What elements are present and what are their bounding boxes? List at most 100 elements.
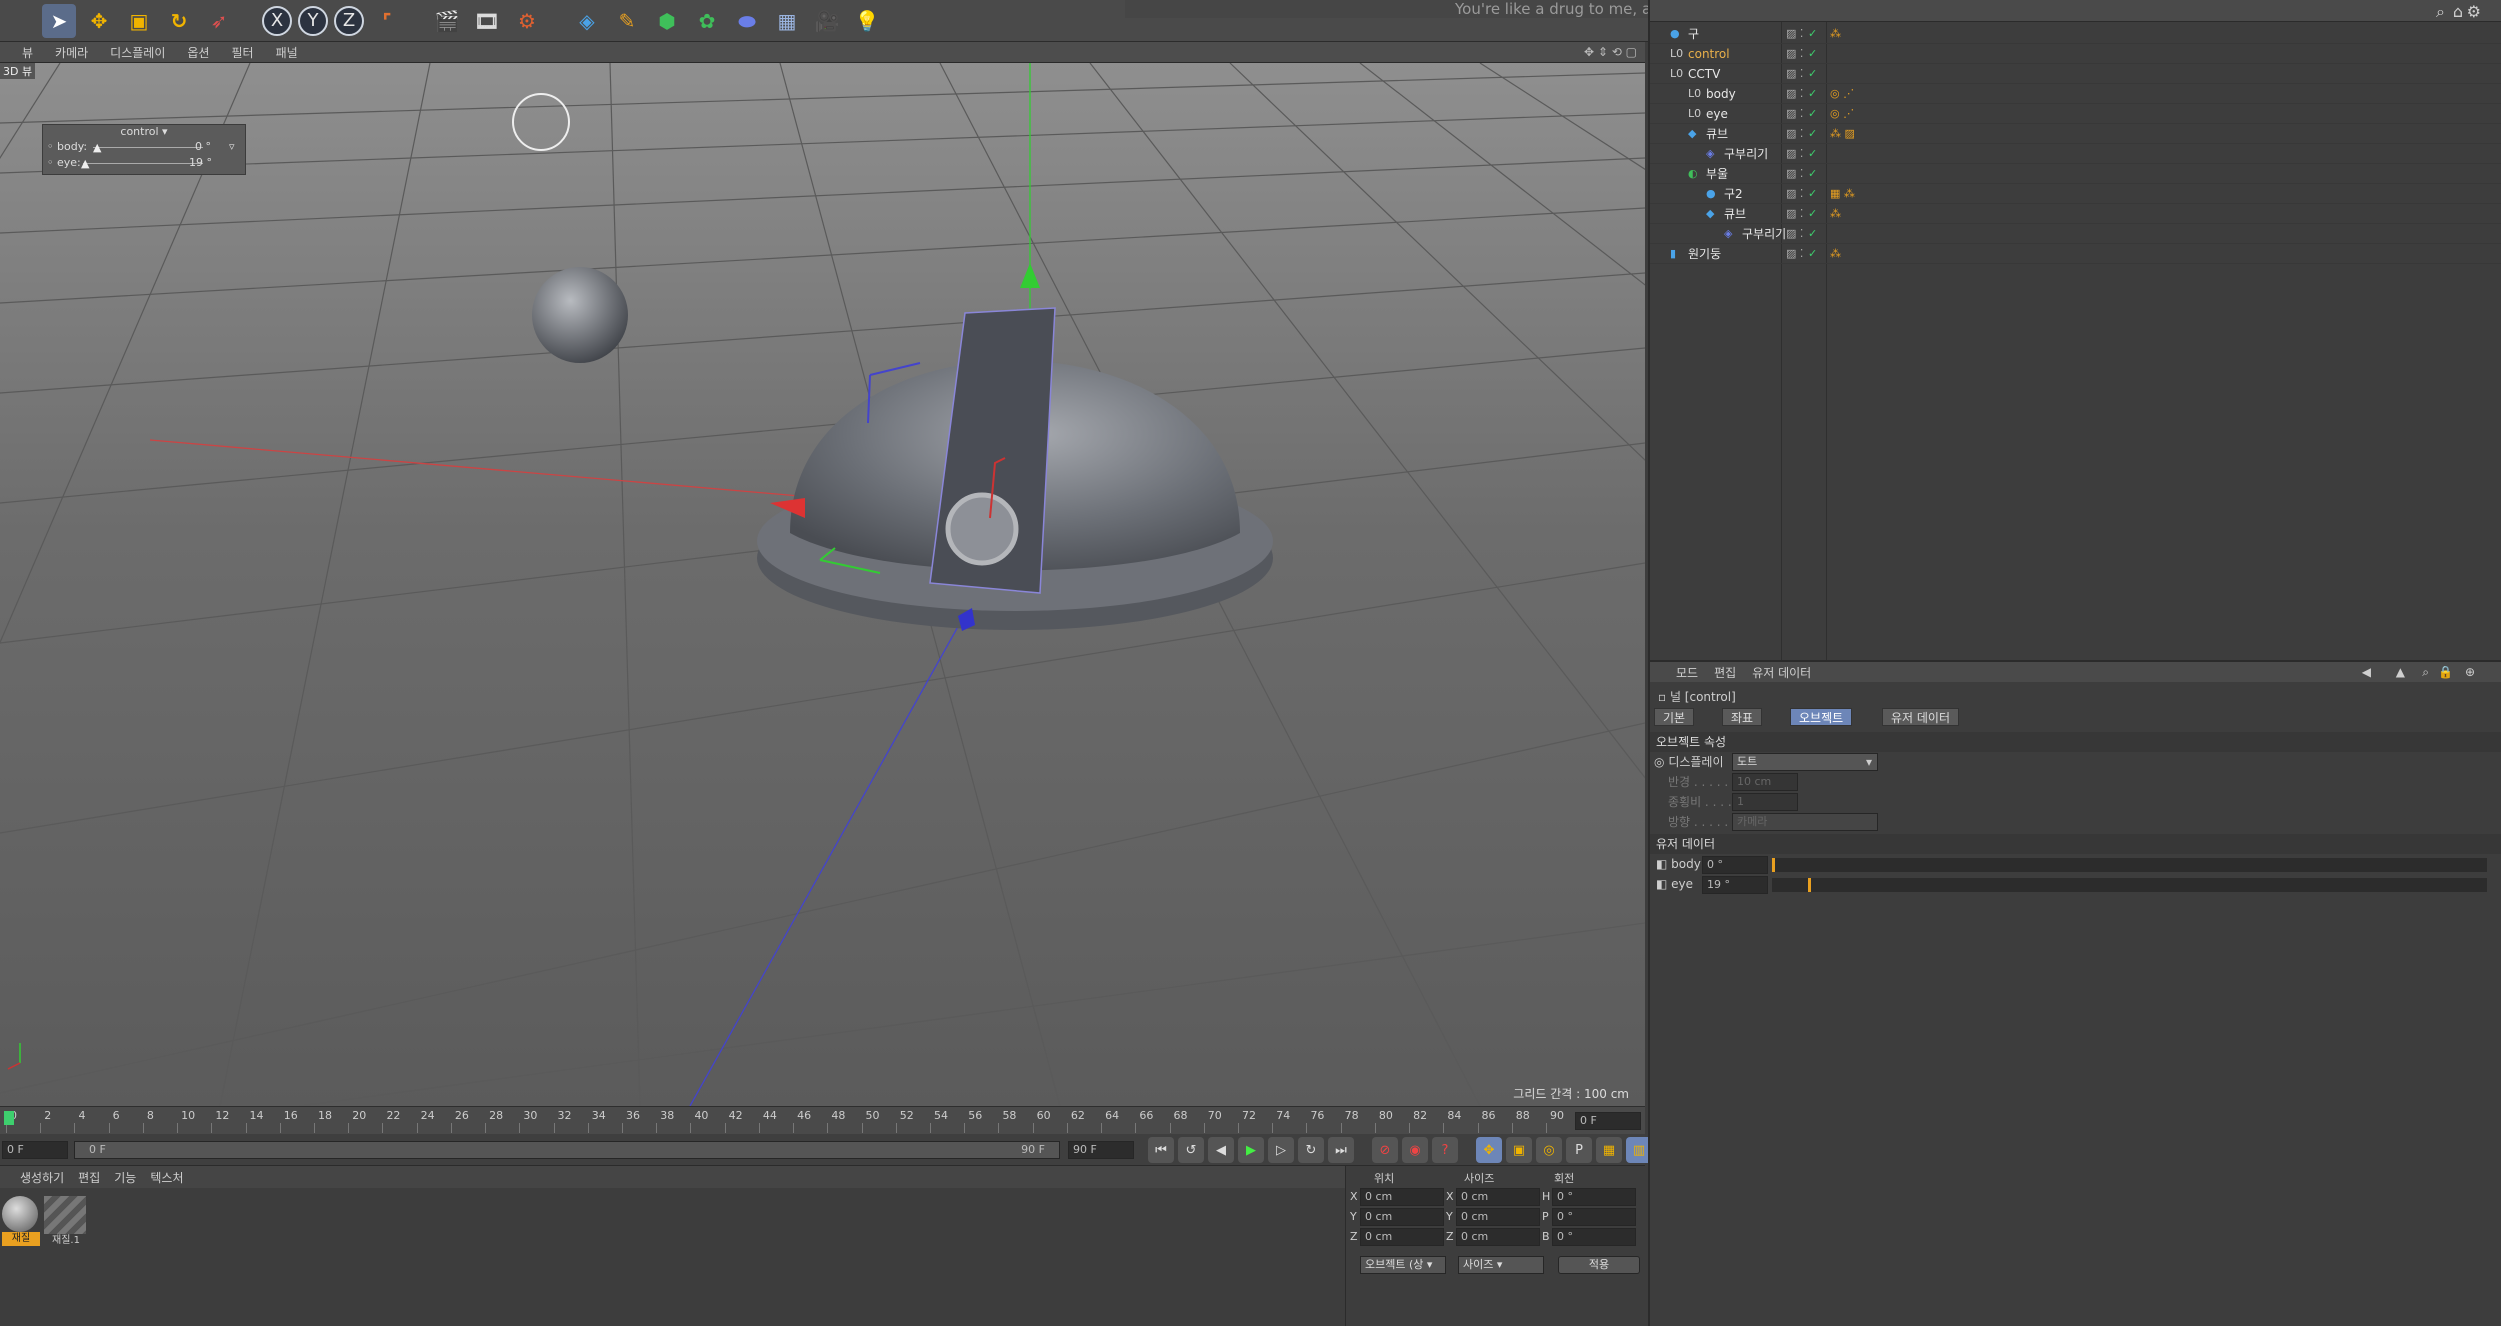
object-row[interactable]: ◆ 큐브 ▨ ⁚ ✓ ⁂ bbox=[1650, 204, 2501, 224]
menu-view[interactable]: 뷰 bbox=[22, 44, 33, 61]
object-name[interactable]: 구2 bbox=[1724, 184, 1743, 204]
material-item-1[interactable]: 재질 bbox=[2, 1196, 40, 1250]
visibility-icon[interactable]: ▨ ⁚ bbox=[1786, 44, 1803, 64]
coord-mode-select[interactable]: 오브젝트 (상 ▾ bbox=[1360, 1256, 1446, 1274]
object-name[interactable]: 구부리기 bbox=[1724, 144, 1768, 164]
deformer-icon[interactable]: ⬬ bbox=[730, 4, 764, 38]
visibility-icon[interactable]: ▨ ⁚ bbox=[1786, 104, 1803, 124]
object-name[interactable]: 구부리기 bbox=[1742, 224, 1786, 244]
play-icon[interactable]: ▶ bbox=[1238, 1137, 1264, 1163]
x-axis-button[interactable]: X bbox=[262, 5, 292, 36]
menu-camera[interactable]: 카메라 bbox=[55, 44, 88, 61]
menu-filter[interactable]: 필터 bbox=[231, 44, 253, 61]
enabled-check-icon[interactable]: ✓ bbox=[1808, 24, 1817, 44]
cctv-eye[interactable] bbox=[945, 492, 1019, 566]
menu-function[interactable]: 기능 bbox=[114, 1169, 136, 1186]
attr-lock-icon[interactable]: 🔒 bbox=[2438, 665, 2453, 679]
go-to-start-icon[interactable]: ⏮ bbox=[1148, 1137, 1174, 1163]
menu-options[interactable]: 옵션 bbox=[187, 44, 209, 61]
tag-dots-icon[interactable]: ⁂ bbox=[1830, 24, 1841, 44]
hud-control-panel[interactable]: control ▾ ◦ body: ▲ 0 ° ▿ ◦ eye: ▲ 19 ° bbox=[42, 124, 246, 175]
key-scale-icon[interactable]: ▣ bbox=[1506, 1137, 1532, 1163]
user-data-slider[interactable] bbox=[1772, 878, 2487, 892]
hud-slider-knob-eye[interactable]: ▲ bbox=[81, 156, 89, 172]
go-to-end-icon[interactable]: ⏭ bbox=[1328, 1137, 1354, 1163]
object-name[interactable]: eye bbox=[1706, 104, 1728, 124]
prev-key-icon[interactable]: ↺ bbox=[1178, 1137, 1204, 1163]
visibility-icon[interactable]: ▨ ⁚ bbox=[1786, 224, 1803, 244]
visibility-icon[interactable]: ▨ ⁚ bbox=[1786, 204, 1803, 224]
scale-icon[interactable]: ▣ bbox=[122, 4, 156, 38]
object-name[interactable]: CCTV bbox=[1688, 64, 1720, 84]
enabled-check-icon[interactable]: ✓ bbox=[1808, 104, 1817, 124]
attr-search-icon[interactable]: ⌕ bbox=[2422, 665, 2429, 680]
enabled-check-icon[interactable]: ✓ bbox=[1808, 144, 1817, 164]
next-frame-icon[interactable]: ▷ bbox=[1268, 1137, 1294, 1163]
move-icon[interactable]: ✥ bbox=[82, 4, 116, 38]
menu-display[interactable]: 디스플레이 bbox=[110, 44, 165, 61]
object-name[interactable]: control bbox=[1688, 44, 1730, 64]
live-select-icon[interactable]: ➶ bbox=[202, 4, 236, 38]
timeline-current-marker[interactable] bbox=[4, 1111, 14, 1125]
hud-row-body[interactable]: ◦ body: ▲ 0 ° ▿ bbox=[43, 139, 245, 155]
display-select[interactable]: 도트 bbox=[1732, 753, 1878, 771]
end-frame-field[interactable]: 90 F bbox=[1068, 1141, 1134, 1159]
world-coord-icon[interactable]: ⌜ bbox=[370, 4, 404, 38]
visibility-icon[interactable]: ▨ ⁚ bbox=[1786, 244, 1803, 264]
hud-slider-knob-body[interactable]: ▲ bbox=[93, 140, 101, 156]
attr-menu-mode[interactable]: 모드 bbox=[1676, 664, 1698, 681]
object-row[interactable]: L0 body ▨ ⁚ ✓ ◎ ⋰ bbox=[1650, 84, 2501, 104]
viewport-nav-icons[interactable]: ✥ ⇕ ⟲ ▢ bbox=[1584, 45, 1637, 59]
object-row[interactable]: ◆ 큐브 ▨ ⁚ ✓ ⁂ ▨ bbox=[1650, 124, 2501, 144]
start-frame-field[interactable]: 0 F bbox=[2, 1141, 68, 1159]
enabled-check-icon[interactable]: ✓ bbox=[1808, 84, 1817, 104]
enabled-check-icon[interactable]: ✓ bbox=[1808, 44, 1817, 64]
menu-panel[interactable]: 패널 bbox=[276, 44, 298, 61]
y-axis-button[interactable]: Y bbox=[298, 5, 328, 36]
hud-row-eye[interactable]: ◦ eye: ▲ 19 ° bbox=[43, 155, 245, 171]
enabled-check-icon[interactable]: ✓ bbox=[1808, 124, 1817, 144]
rotate-icon[interactable]: ↻ bbox=[162, 4, 196, 38]
object-row[interactable]: ● 구 ▨ ⁚ ✓ ⁂ bbox=[1650, 24, 2501, 44]
coord-field-pos[interactable]: 0 cm bbox=[1360, 1228, 1444, 1246]
timeline-current-frame[interactable]: 0 F bbox=[1575, 1112, 1641, 1130]
object-name[interactable]: 큐브 bbox=[1724, 204, 1746, 224]
object-name[interactable]: 원기둥 bbox=[1688, 244, 1721, 264]
coord-field-pos[interactable]: 0 cm bbox=[1360, 1188, 1444, 1206]
object-row[interactable]: L0 control ▨ ⁚ ✓ bbox=[1650, 44, 2501, 64]
object-row[interactable]: L0 eye ▨ ⁚ ✓ ◎ ⋰ bbox=[1650, 104, 2501, 124]
object-row[interactable]: L0 CCTV ▨ ⁚ ✓ bbox=[1650, 64, 2501, 84]
3d-viewport[interactable]: 3D 뷰 control ▾ ◦ body: ▲ 0 ° ▿ ◦ eye: ▲ … bbox=[0, 63, 1645, 1106]
om-settings-icon[interactable]: ⚙ bbox=[2467, 2, 2481, 21]
coord-field-rot[interactable]: 0 ° bbox=[1552, 1188, 1636, 1206]
key-rotate-icon[interactable]: ◎ bbox=[1536, 1137, 1562, 1163]
object-row[interactable]: ◈ 구부리기 ▨ ⁚ ✓ bbox=[1650, 224, 2501, 244]
visibility-icon[interactable]: ▨ ⁚ bbox=[1786, 84, 1803, 104]
enabled-check-icon[interactable]: ✓ bbox=[1808, 244, 1817, 264]
subdivision-icon[interactable]: ⬢ bbox=[650, 4, 684, 38]
enabled-check-icon[interactable]: ✓ bbox=[1808, 204, 1817, 224]
attr-tab[interactable]: 유저 데이터 bbox=[1882, 708, 1960, 726]
attr-menu-userdata[interactable]: 유저 데이터 bbox=[1752, 664, 1811, 681]
range-slider[interactable]: 0 F 90 F bbox=[74, 1141, 1060, 1159]
display-dropdown-icon[interactable]: ▾ bbox=[1866, 752, 1872, 772]
object-name[interactable]: 부울 bbox=[1706, 164, 1728, 184]
render-picture-icon[interactable]: 🎞 bbox=[470, 4, 504, 38]
enabled-check-icon[interactable]: ✓ bbox=[1808, 184, 1817, 204]
user-data-slider[interactable] bbox=[1772, 858, 2487, 872]
user-data-field[interactable]: 0 ° bbox=[1702, 856, 1768, 874]
object-name[interactable]: body bbox=[1706, 84, 1736, 104]
object-row[interactable]: ● 구2 ▨ ⁚ ✓ ▦ ⁂ bbox=[1650, 184, 2501, 204]
cube-icon[interactable]: ◈ bbox=[570, 4, 604, 38]
camera-icon[interactable]: 🎥 bbox=[810, 4, 844, 38]
user-data-field[interactable]: 19 ° bbox=[1702, 876, 1768, 894]
user-data-slider-knob[interactable] bbox=[1772, 858, 1775, 872]
tag-dots-icon[interactable]: ⁂ bbox=[1830, 204, 1841, 224]
key-move-icon[interactable]: ✥ bbox=[1476, 1137, 1502, 1163]
tag-xpresso-icon[interactable]: ◎ ⋰ bbox=[1830, 104, 1854, 124]
coord-field-size[interactable]: 0 cm bbox=[1456, 1188, 1540, 1206]
record-key-icon[interactable]: ⊘ bbox=[1372, 1137, 1398, 1163]
z-axis-button[interactable]: Z bbox=[334, 5, 364, 36]
render-view-icon[interactable]: 🎬 bbox=[430, 4, 464, 38]
coord-size-select[interactable]: 사이즈 ▾ bbox=[1458, 1256, 1544, 1274]
